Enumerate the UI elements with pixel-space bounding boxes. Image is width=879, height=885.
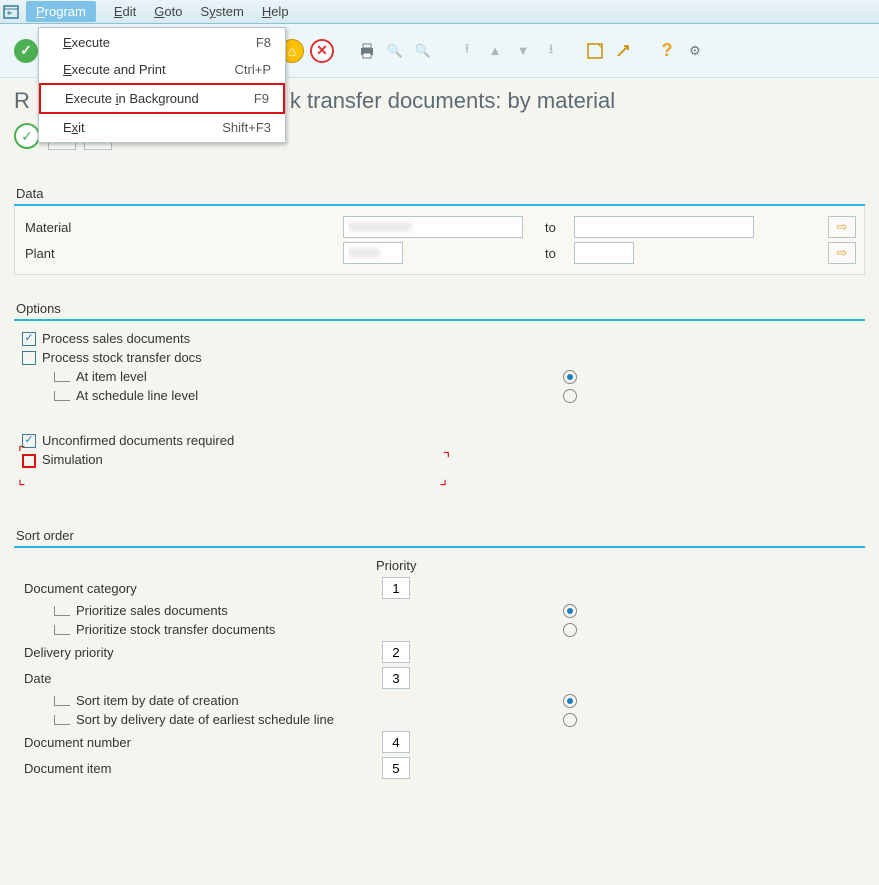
next-page-icon[interactable]: ▼: [512, 40, 534, 62]
group-data-label: Data: [14, 186, 865, 201]
sort-delivery-label: Sort by delivery date of earliest schedu…: [76, 712, 334, 727]
shortcut: Ctrl+P: [235, 62, 271, 77]
tree-icon: [54, 606, 70, 616]
group-options-body: Process sales documents Process stock tr…: [14, 321, 865, 502]
menu-execute-background[interactable]: Execute in BackgroundF9: [39, 83, 285, 114]
row-material: Material to ⇨: [23, 216, 856, 238]
material-from-input[interactable]: [343, 216, 523, 238]
settings-icon[interactable]: ⚙: [684, 40, 706, 62]
shortcut: F8: [256, 35, 271, 50]
sort-delivery-radio[interactable]: [563, 713, 577, 727]
menu-goto[interactable]: Goto: [154, 4, 182, 19]
priority-item-input[interactable]: [382, 757, 410, 779]
sort-creation-label: Sort item by date of creation: [76, 693, 239, 708]
corner-icon: ⌝: [443, 452, 451, 468]
group-options-label: Options: [14, 301, 865, 316]
material-label: Material: [23, 220, 343, 235]
doc-item-label: Document item: [22, 761, 342, 776]
corner-icon: ⌞: [18, 472, 26, 488]
schedule-level-radio[interactable]: [563, 389, 577, 403]
first-page-icon[interactable]: ⭱: [456, 40, 478, 62]
schedule-level-label: At schedule line level: [76, 388, 198, 403]
to-label: to: [545, 220, 556, 235]
group-sort-label: Sort order: [14, 528, 865, 543]
simulation-label: Simulation: [42, 452, 103, 467]
shortcut: Shift+F3: [222, 120, 271, 135]
priority-number-input[interactable]: [382, 731, 410, 753]
tree-icon: [54, 391, 70, 401]
tree-icon: [54, 372, 70, 382]
tree-icon: [54, 715, 70, 725]
menu-program-label: rogram: [45, 4, 86, 19]
shortcut: F9: [254, 91, 269, 106]
menu-program[interactable]: Program: [26, 1, 96, 22]
print-icon[interactable]: [356, 40, 378, 62]
prev-page-icon[interactable]: ▲: [484, 40, 506, 62]
plant-label: Plant: [23, 246, 343, 261]
last-page-icon[interactable]: ⭳: [540, 40, 562, 62]
shortcut-icon[interactable]: [612, 40, 634, 62]
program-menu-dropdown: ExecuteF8 Execute and PrintCtrl+P Execut…: [38, 27, 286, 143]
menu-exit[interactable]: ExitShift+F3: [39, 114, 285, 141]
multiple-selection-button[interactable]: ⇨: [828, 216, 856, 238]
delivery-prio-label: Delivery priority: [22, 645, 342, 660]
menu-system[interactable]: System: [200, 4, 243, 19]
find-icon[interactable]: 🔍: [384, 40, 406, 62]
doc-category-label: Document category: [22, 581, 342, 596]
menubar: Program Edit Goto System Help: [20, 1, 289, 22]
item-level-label: At item level: [76, 369, 147, 384]
material-to-input[interactable]: [574, 216, 754, 238]
priority-category-input[interactable]: [382, 577, 410, 599]
title-suffix: k transfer documents: by material: [290, 88, 615, 113]
to-label: to: [545, 246, 556, 261]
group-data-body: Material to ⇨ Plant to ⇨: [14, 206, 865, 275]
process-stock-label: Process stock transfer docs: [42, 350, 202, 365]
date-label: Date: [22, 671, 342, 686]
menu-edit[interactable]: Edit: [114, 4, 136, 19]
cancel-button[interactable]: ✕: [310, 39, 334, 63]
new-session-icon[interactable]: [584, 40, 606, 62]
priority-header: Priority: [376, 558, 416, 573]
menu-help[interactable]: Help: [262, 4, 289, 19]
prio-stock-radio[interactable]: [563, 623, 577, 637]
title-prefix: R: [14, 88, 30, 113]
process-sales-label: Process sales documents: [42, 331, 190, 346]
plant-from-input[interactable]: [343, 242, 403, 264]
prio-sales-label: Prioritize sales documents: [76, 603, 228, 618]
multiple-selection-button[interactable]: ⇨: [828, 242, 856, 264]
tree-icon: [54, 625, 70, 635]
row-plant: Plant to ⇨: [23, 242, 856, 264]
process-sales-checkbox[interactable]: [22, 332, 36, 346]
prio-sales-radio[interactable]: [563, 604, 577, 618]
help-icon[interactable]: ?: [656, 40, 678, 62]
corner-icon: ⌟: [440, 472, 448, 488]
priority-delivery-input[interactable]: [382, 641, 410, 663]
tree-icon: [54, 696, 70, 706]
execute-button[interactable]: ✓: [14, 123, 40, 149]
menu-execute-print[interactable]: Execute and PrintCtrl+P: [39, 56, 285, 83]
sort-creation-radio[interactable]: [563, 694, 577, 708]
unconfirmed-label: Unconfirmed documents required: [42, 433, 234, 448]
doc-number-label: Document number: [22, 735, 342, 750]
find-next-icon[interactable]: 🔍: [412, 40, 434, 62]
window-icon: [2, 3, 20, 21]
priority-date-input[interactable]: [382, 667, 410, 689]
enter-button[interactable]: ✓: [14, 39, 38, 63]
prio-stock-label: Prioritize stock transfer documents: [76, 622, 275, 637]
group-sort-body: Priority Document category Prioritize sa…: [14, 548, 865, 799]
titlebar: Program Edit Goto System Help: [0, 0, 879, 24]
plant-to-input[interactable]: [574, 242, 634, 264]
menu-execute[interactable]: ExecuteF8: [39, 29, 285, 56]
process-stock-checkbox[interactable]: [22, 351, 36, 365]
item-level-radio[interactable]: [563, 370, 577, 384]
